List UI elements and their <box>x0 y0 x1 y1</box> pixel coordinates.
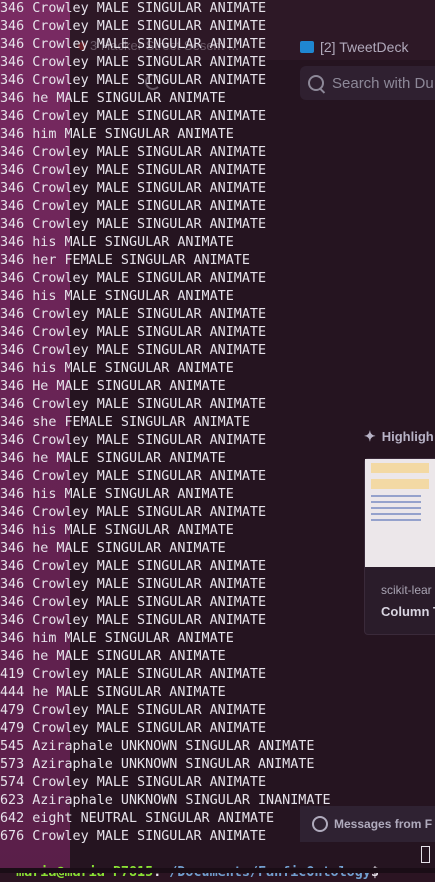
terminal-output-line: 346 him MALE SINGULAR ANIMATE <box>0 631 234 646</box>
terminal-output-line: 346 Crowley MALE SINGULAR ANIMATE <box>0 325 267 340</box>
terminal-output-line: 346 Crowley MALE SINGULAR ANIMATE <box>0 505 267 520</box>
terminal-output-line: 346 Crowley MALE SINGULAR ANIMATE <box>0 613 267 628</box>
terminal-output-line: 346 him MALE SINGULAR ANIMATE <box>0 127 234 142</box>
terminal-output-line: 346 he MALE SINGULAR ANIMATE <box>0 649 226 664</box>
terminal-output-line: 346 Crowley MALE SINGULAR ANIMATE <box>0 433 267 448</box>
terminal-output-line: 346 he MALE SINGULAR ANIMATE <box>0 91 226 106</box>
terminal-output-line: 346 Crowley MALE SINGULAR ANIMATE <box>0 109 267 124</box>
terminal-output-line: 346 Crowley MALE SINGULAR ANIMATE <box>0 55 267 70</box>
terminal-output-line: 346 Crowley MALE SINGULAR ANIMATE <box>0 145 267 160</box>
terminal-output-line: 574 Crowley MALE SINGULAR ANIMATE <box>0 775 267 790</box>
terminal-output-line: 346 his MALE SINGULAR ANIMATE <box>0 523 234 538</box>
terminal-output-line: 346 Crowley MALE SINGULAR ANIMATE <box>0 37 267 52</box>
terminal-output-line: 346 her FEMALE SINGULAR ANIMATE <box>0 253 250 268</box>
terminal-output-line: 346 Crowley MALE SINGULAR ANIMATE <box>0 1 267 16</box>
terminal-output-line: 676 Crowley MALE SINGULAR ANIMATE <box>0 829 267 844</box>
terminal-output-line: 346 Crowley MALE SINGULAR ANIMATE <box>0 163 267 178</box>
terminal-output-line: 419 Crowley MALE SINGULAR ANIMATE <box>0 667 267 682</box>
terminal-output-line: 346 his MALE SINGULAR ANIMATE <box>0 487 234 502</box>
terminal-output-line: 346 his MALE SINGULAR ANIMATE <box>0 289 234 304</box>
terminal-output-line: 623 Aziraphale UNKNOWN SINGULAR INANIMAT… <box>0 793 331 808</box>
terminal-output-line: 479 Crowley MALE SINGULAR ANIMATE <box>0 703 267 718</box>
terminal-window[interactable]: 346 Crowley MALE SINGULAR ANIMATE 346 Cro… <box>0 0 435 873</box>
terminal-cursor[interactable] <box>421 846 430 863</box>
terminal-output-line: 346 he MALE SINGULAR ANIMATE <box>0 451 226 466</box>
terminal-output-line: 573 Aziraphale UNKNOWN SINGULAR ANIMATE <box>0 757 315 772</box>
terminal-output-line: 346 Crowley MALE SINGULAR ANIMATE <box>0 19 267 34</box>
terminal-prompt: maria@maria-P7815:~/Documents/FanficOnto… <box>0 846 387 880</box>
terminal-output-line: 479 Crowley MALE SINGULAR ANIMATE <box>0 721 267 736</box>
terminal-output-line: 346 she FEMALE SINGULAR ANIMATE <box>0 415 250 430</box>
terminal-output-line: 346 Crowley MALE SINGULAR ANIMATE <box>0 199 267 214</box>
terminal-output-line: 346 Crowley MALE SINGULAR ANIMATE <box>0 577 267 592</box>
terminal-output-line: 346 Crowley MALE SINGULAR ANIMATE <box>0 559 267 574</box>
terminal-output-line: 444 he MALE SINGULAR ANIMATE <box>0 685 226 700</box>
terminal-output-line: 642 eight NEUTRAL SINGULAR ANIMATE <box>0 811 275 826</box>
terminal-output-line: 346 his MALE SINGULAR ANIMATE <box>0 361 234 376</box>
terminal-output-line: 346 Crowley MALE SINGULAR ANIMATE <box>0 397 267 412</box>
terminal-output-line: 346 Crowley MALE SINGULAR ANIMATE <box>0 595 267 610</box>
terminal-output-line: 346 Crowley MALE SINGULAR ANIMATE <box>0 307 267 322</box>
terminal-output-line: 346 Crowley MALE SINGULAR ANIMATE <box>0 181 267 196</box>
terminal-output-line: 346 Crowley MALE SINGULAR ANIMATE <box>0 343 267 358</box>
terminal-output-line: 346 his MALE SINGULAR ANIMATE <box>0 235 234 250</box>
terminal-output-line: 346 Crowley MALE SINGULAR ANIMATE <box>0 271 267 286</box>
terminal-output-line: 346 Crowley MALE SINGULAR ANIMATE <box>0 469 267 484</box>
terminal-output-line: 346 he MALE SINGULAR ANIMATE <box>0 541 226 556</box>
terminal-output-line: 346 Crowley MALE SINGULAR ANIMATE <box>0 217 267 232</box>
terminal-output-line: 346 He MALE SINGULAR ANIMATE <box>0 379 226 394</box>
terminal-scrollbar[interactable] <box>0 868 435 873</box>
terminal-output-line: 346 Crowley MALE SINGULAR ANIMATE <box>0 73 267 88</box>
terminal-output-line: 545 Aziraphale UNKNOWN SINGULAR ANIMATE <box>0 739 315 754</box>
